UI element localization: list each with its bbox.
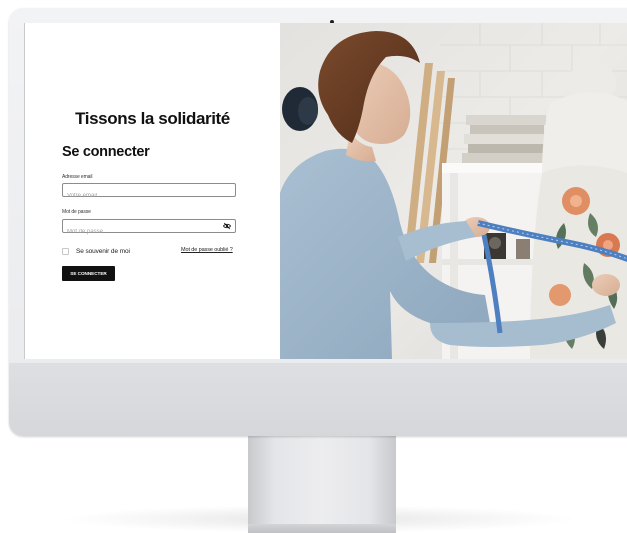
login-button[interactable]: SE CONNECTER (62, 266, 115, 281)
login-panel: Tissons la solidarité Se connecter Adres… (25, 23, 280, 359)
screen: Tissons la solidarité Se connecter Adres… (24, 23, 627, 359)
email-label: Adresse email (62, 174, 93, 180)
eye-slash-icon[interactable] (223, 222, 231, 230)
remember-label: Se souvenir de moi (76, 247, 130, 255)
monitor-chin (9, 363, 627, 436)
password-label: Mot de passe (62, 209, 91, 215)
hero-photo (280, 23, 627, 359)
password-field-box (62, 219, 236, 238)
monitor-stand-base (248, 524, 396, 533)
device-mockup: Tissons la solidarité Se connecter Adres… (0, 0, 627, 533)
email-input[interactable] (63, 190, 217, 202)
forgot-password-link[interactable]: Mot de passe oublié ? (181, 247, 233, 253)
monitor-stand (248, 436, 396, 533)
remember-me[interactable]: Se souvenir de moi (62, 247, 130, 255)
password-input[interactable] (63, 226, 217, 238)
page-title: Se connecter (62, 144, 150, 160)
remember-checkbox[interactable] (62, 247, 69, 255)
brand-title: Tissons la solidarité (75, 109, 230, 128)
email-field-box (62, 183, 236, 202)
